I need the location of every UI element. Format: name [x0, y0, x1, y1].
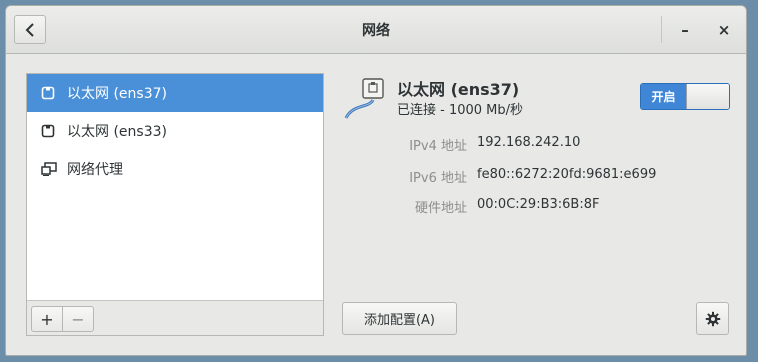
- header-bar: 网络 – ×: [6, 6, 746, 54]
- device-item-label: 以太网 (ens37): [67, 86, 167, 102]
- network-settings-window: 网络 – × 以太网 (ens37) 以太网 (ens33) 网络代理 + −: [5, 5, 747, 356]
- ipv6-value: fe80::6272:20fd:9681:e699: [477, 167, 657, 182]
- toggle-knob: [686, 84, 729, 109]
- add-device-button[interactable]: +: [31, 306, 63, 332]
- settings-button[interactable]: [696, 302, 729, 335]
- add-config-button[interactable]: 添加配置(A): [342, 302, 457, 335]
- toggle-on-label: 开启: [641, 84, 686, 109]
- wired-network-icon: [344, 78, 384, 119]
- ipv4-value: 192.168.242.10: [477, 135, 581, 150]
- ethernet-icon: [41, 86, 57, 100]
- device-list: 以太网 (ens37) 以太网 (ens33) 网络代理 + −: [26, 73, 324, 336]
- device-item-label: 以太网 (ens33): [67, 124, 167, 140]
- network-proxy-icon: [41, 162, 57, 176]
- device-name: 以太网 (ens37): [397, 80, 520, 99]
- minimize-button[interactable]: –: [675, 20, 695, 40]
- ipv4-label: IPv4 地址: [409, 139, 467, 154]
- close-button[interactable]: ×: [714, 20, 734, 40]
- remove-device-button[interactable]: −: [62, 306, 94, 332]
- connection-toggle[interactable]: 开启: [640, 83, 730, 110]
- device-item-label: 网络代理: [67, 162, 123, 178]
- hardware-address-value: 00:0C:29:B3:6B:8F: [477, 197, 600, 212]
- ipv6-label: IPv6 地址: [409, 171, 467, 186]
- ethernet-icon: [41, 124, 57, 138]
- device-item-ens37[interactable]: 以太网 (ens37): [27, 74, 323, 112]
- hardware-address-label: 硬件地址: [414, 201, 467, 216]
- device-item-proxy[interactable]: 网络代理: [27, 150, 323, 188]
- list-toolbar: + −: [27, 300, 323, 335]
- gear-icon: [705, 311, 720, 326]
- device-item-ens33[interactable]: 以太网 (ens33): [27, 112, 323, 150]
- connection-status: 已连接 - 1000 Mb/秒: [397, 103, 524, 118]
- window-title: 网络: [362, 23, 390, 39]
- header-separator: [661, 16, 662, 43]
